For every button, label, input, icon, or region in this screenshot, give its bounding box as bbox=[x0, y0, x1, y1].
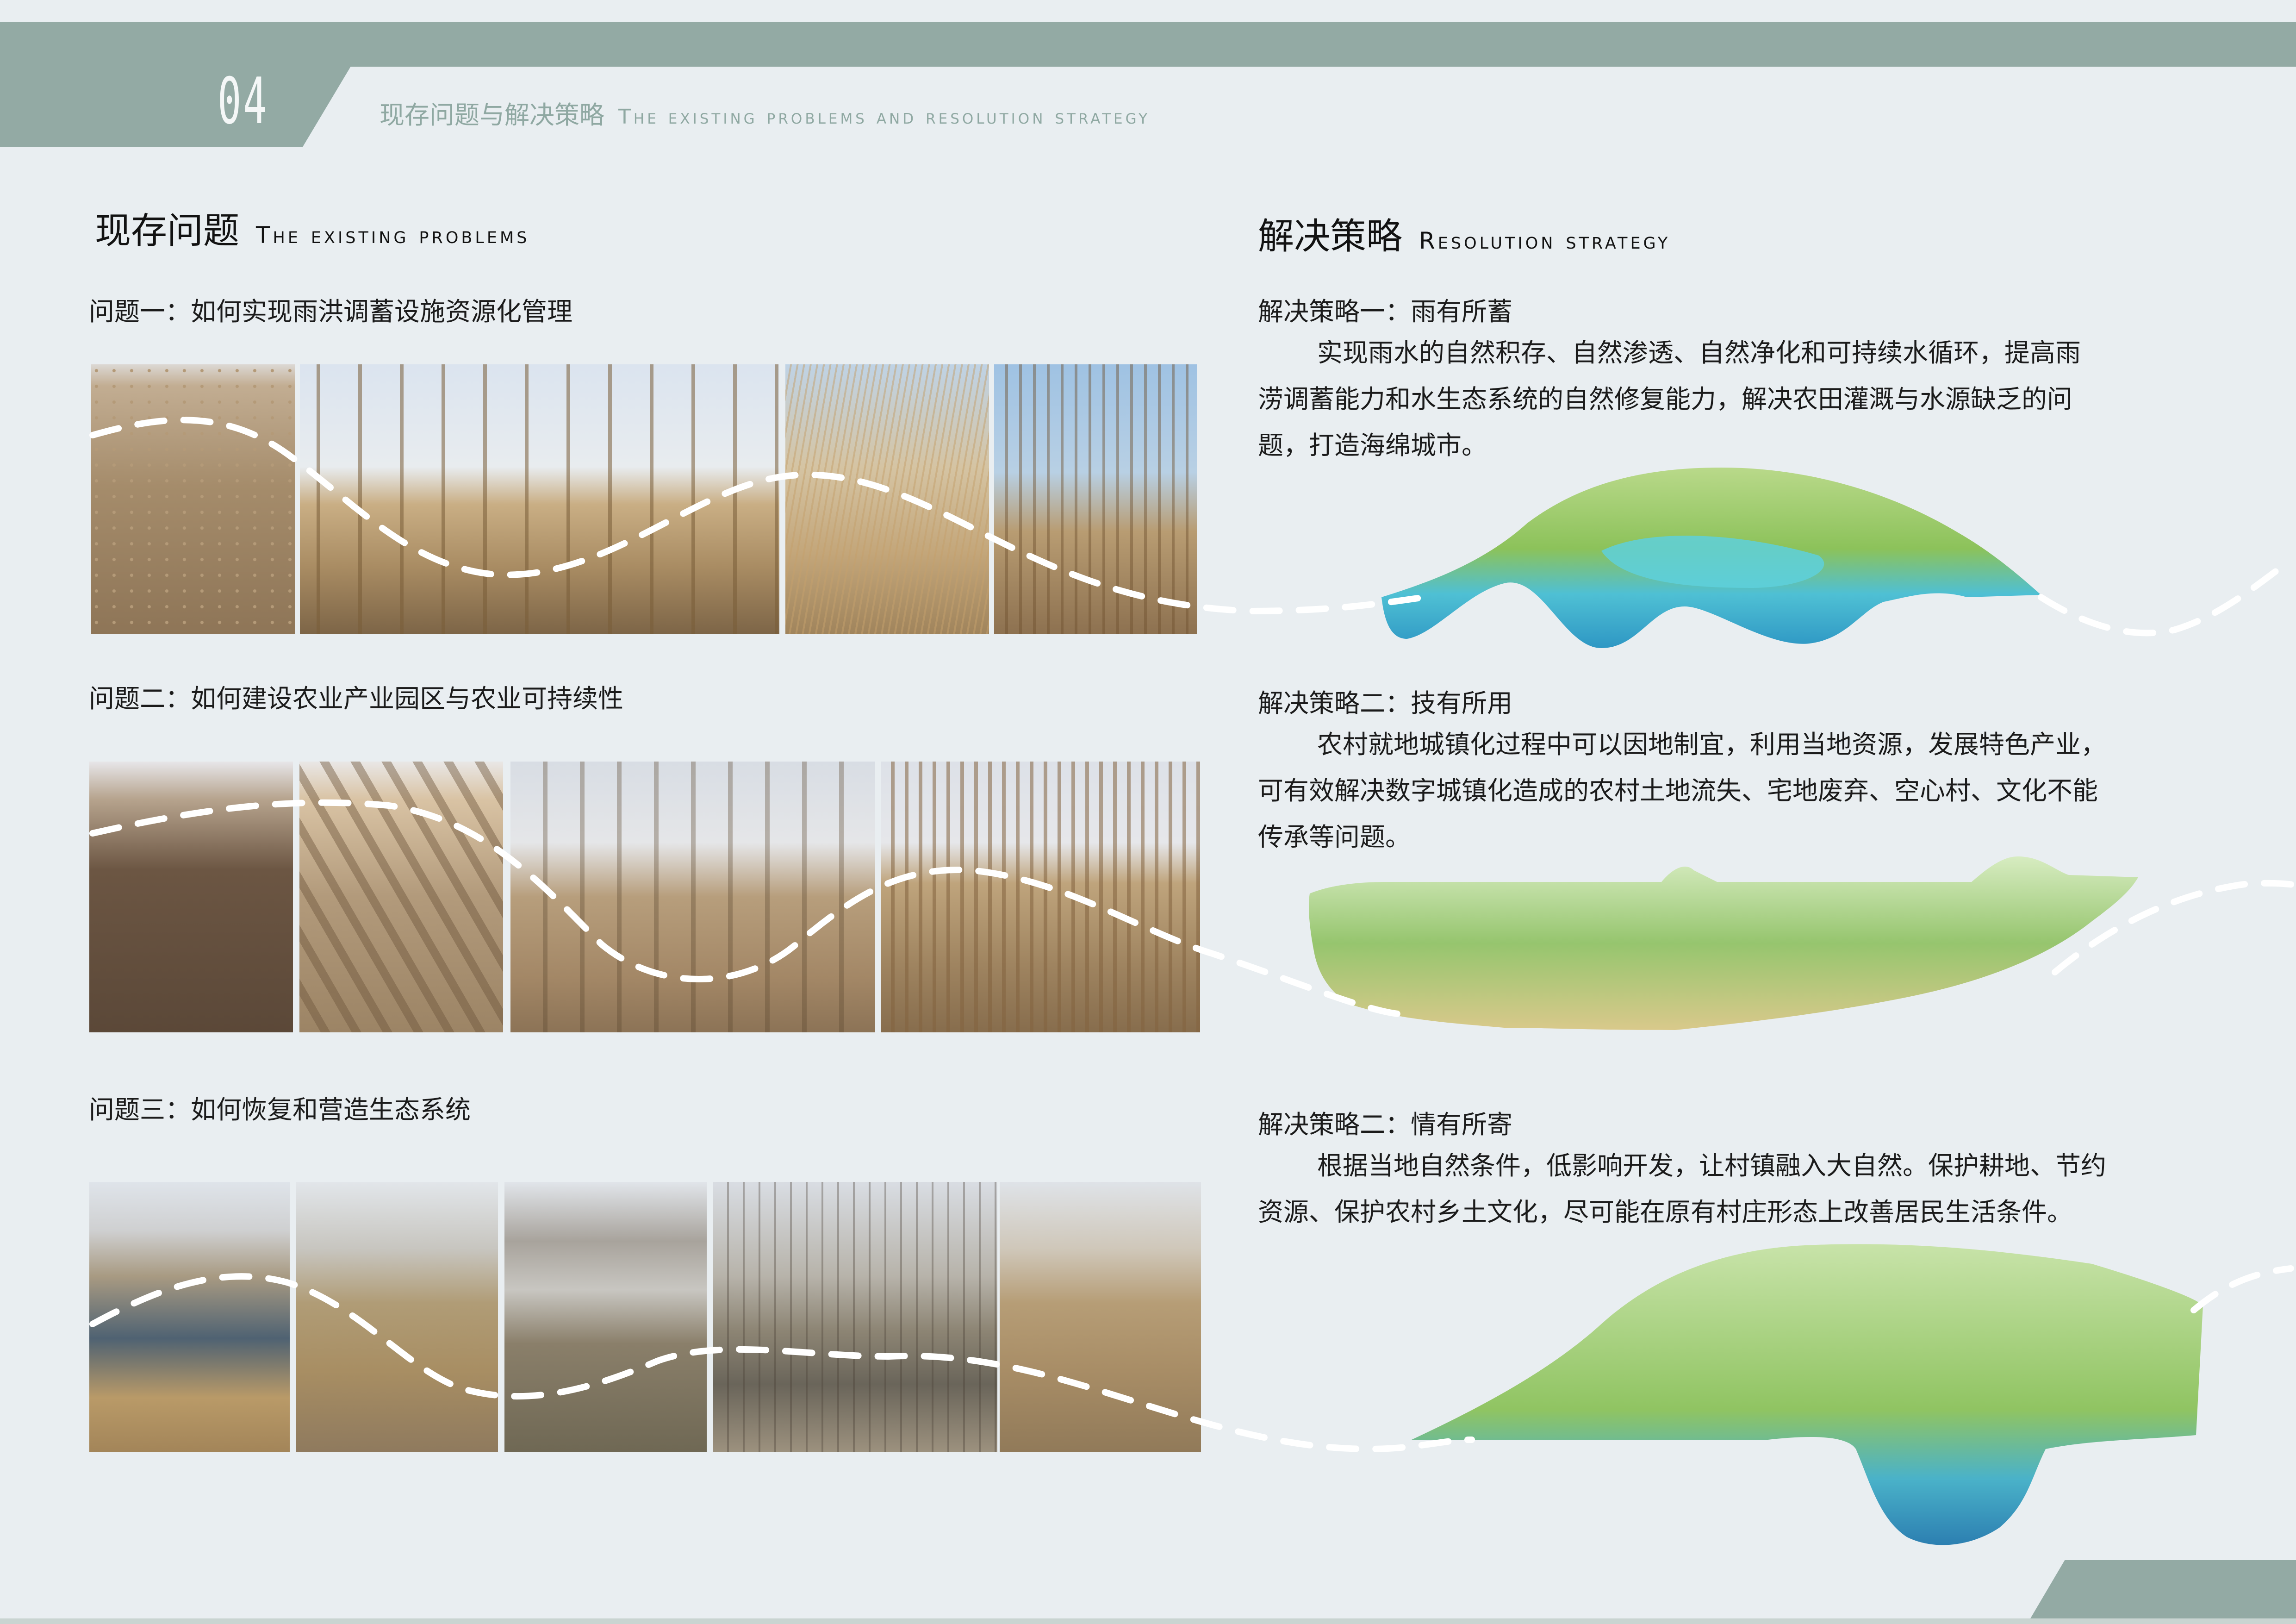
rendering-garden-people bbox=[1309, 856, 2138, 1030]
corner-accent bbox=[2027, 1560, 2296, 1624]
wave-row-3 bbox=[89, 1273, 1475, 1453]
wave-right-1 bbox=[2038, 557, 2294, 637]
wave-right-3 bbox=[2190, 1265, 2294, 1313]
wave-row-1 bbox=[89, 417, 1429, 615]
bottom-rule bbox=[0, 1618, 2296, 1624]
illustration-layer bbox=[89, 417, 2296, 1545]
wave-row-2 bbox=[89, 799, 1401, 1017]
rendering-wetland-walk bbox=[1412, 1244, 2203, 1545]
